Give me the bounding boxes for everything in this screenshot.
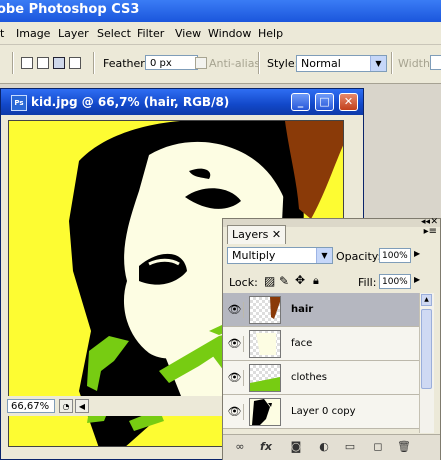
layer-thumbnail [249, 330, 281, 358]
separator [391, 52, 392, 74]
fill-label: Fill: [358, 276, 377, 289]
opacity-label: Opacity: [336, 250, 382, 263]
app-title-bar: obe Photoshop CS3 [0, 0, 441, 22]
lock-row: Lock: ▨ ✎ ✥ 🔒︎ Fill: 100% ▶ [223, 273, 440, 293]
width-input[interactable] [430, 55, 441, 70]
app-title: obe Photoshop CS3 [0, 2, 140, 17]
subtract-selection-icon[interactable] [53, 57, 65, 69]
menu-file[interactable]: t [0, 27, 4, 40]
document-title-bar[interactable]: Ps kid.jpg @ 66,7% (hair, RGB/8) _ □ ✕ [1, 89, 363, 115]
add-selection-icon[interactable] [37, 57, 49, 69]
options-bar: Feather: 0 px Anti-alias Style: Normal ▼… [0, 45, 441, 84]
lock-transparency-icon[interactable]: ▨ [264, 274, 275, 288]
feather-input[interactable]: 0 px [145, 55, 198, 70]
style-label: Style: [267, 57, 299, 70]
layer-thumbnail [249, 296, 281, 324]
menu-window[interactable]: Window [208, 27, 251, 40]
layer-thumbnail [249, 364, 281, 392]
visibility-eye-icon[interactable]: 👁︎ [226, 404, 244, 420]
new-layer-icon[interactable]: ◻ [371, 440, 385, 454]
link-icon[interactable]: ∞ [233, 440, 247, 454]
adjustment-icon[interactable]: ◐ [317, 440, 331, 454]
fill-arrow-icon[interactable]: ▶ [414, 275, 420, 284]
trash-icon[interactable]: 🗑︎ [397, 440, 411, 454]
panel-menu-icon[interactable]: ▸≡ [424, 226, 437, 237]
menu-layer[interactable]: Layer [58, 27, 89, 40]
zoom-field[interactable]: 66,67% [7, 399, 55, 413]
layers-panel: ◂◂ ✕ Layers ✕ ▸≡ Multiply ▼ Opacity: 100… [222, 217, 441, 460]
antialias-checkbox[interactable] [195, 57, 207, 69]
layer-row-face[interactable]: 👁︎ face [223, 327, 419, 361]
visibility-eye-icon[interactable]: 👁︎ [226, 370, 244, 386]
lock-label: Lock: [229, 276, 258, 289]
close-button[interactable]: ✕ [339, 93, 358, 111]
opacity-arrow-icon[interactable]: ▶ [414, 249, 420, 258]
visibility-eye-icon[interactable]: 👁︎ [226, 302, 244, 318]
separator [12, 52, 13, 74]
layer-name[interactable]: hair [291, 304, 313, 315]
blend-mode-select[interactable]: Multiply ▼ [227, 247, 333, 264]
menu-help[interactable]: Help [258, 27, 283, 40]
opacity-input[interactable]: 100% [379, 248, 411, 263]
close-icon[interactable]: ✕ [272, 228, 281, 241]
photoshop-doc-icon: Ps [11, 95, 27, 111]
layer-row-clothes[interactable]: 👁︎ clothes [223, 361, 419, 395]
layer-row-hair[interactable]: 👁︎ hair [223, 293, 419, 327]
layers-scrollbar[interactable]: ▲ [419, 293, 434, 433]
scroll-up-icon[interactable]: ▲ [421, 294, 432, 306]
chevron-down-icon: ▼ [316, 248, 332, 263]
layer-row-layer0copy[interactable]: 👁︎ Layer 0 copy [223, 395, 419, 429]
scroll-left-icon[interactable]: ◀ [75, 399, 89, 413]
document-title: kid.jpg @ 66,7% (hair, RGB/8) [31, 95, 230, 109]
blend-row: Multiply ▼ Opacity: 100% ▶ [223, 247, 440, 269]
chevron-down-icon: ▼ [370, 56, 386, 71]
tab-layers-label: Layers [232, 228, 269, 241]
fx-icon[interactable]: fx [259, 440, 273, 454]
mask-icon[interactable]: ◙ [289, 440, 303, 454]
minimize-button[interactable]: _ [291, 93, 310, 111]
lock-position-icon[interactable]: ✥ [295, 273, 305, 287]
lock-paint-icon[interactable]: ✎ [279, 274, 289, 288]
feather-label: Feather: [103, 57, 149, 70]
folder-icon[interactable]: ▭ [343, 440, 357, 454]
menu-view[interactable]: View [175, 27, 201, 40]
layer-name[interactable]: face [291, 338, 312, 349]
separator [93, 52, 94, 74]
new-selection-icon[interactable] [21, 57, 33, 69]
layer-name[interactable]: Layer 0 copy [291, 406, 355, 417]
layer-thumbnail [249, 398, 281, 426]
scroll-thumb[interactable] [421, 309, 432, 389]
layers-bottom-bar: ∞ fx ◙ ◐ ▭ ◻ 🗑︎ [223, 434, 440, 460]
menu-select[interactable]: Select [97, 27, 131, 40]
menu-filter[interactable]: Filter [137, 27, 164, 40]
menu-image[interactable]: Image [16, 27, 50, 40]
antialias-label: Anti-alias [209, 57, 261, 70]
fill-input[interactable]: 100% [379, 274, 411, 289]
intersect-selection-icon[interactable] [69, 57, 81, 69]
menu-bar: t Image Layer Select Filter View Window … [0, 22, 441, 45]
layer-name[interactable]: clothes [291, 372, 327, 383]
lock-all-icon[interactable]: 🔒︎ [313, 274, 319, 288]
maximize-button[interactable]: □ [315, 93, 334, 111]
tab-layers[interactable]: Layers ✕ [227, 225, 287, 244]
style-value: Normal [301, 57, 341, 70]
blend-mode-value: Multiply [232, 249, 276, 262]
status-menu-icon[interactable]: ◔ [59, 399, 73, 413]
separator [258, 52, 259, 74]
style-select[interactable]: Normal ▼ [296, 55, 387, 72]
visibility-eye-icon[interactable]: 👁︎ [226, 336, 244, 352]
width-label: Width: [398, 57, 434, 70]
